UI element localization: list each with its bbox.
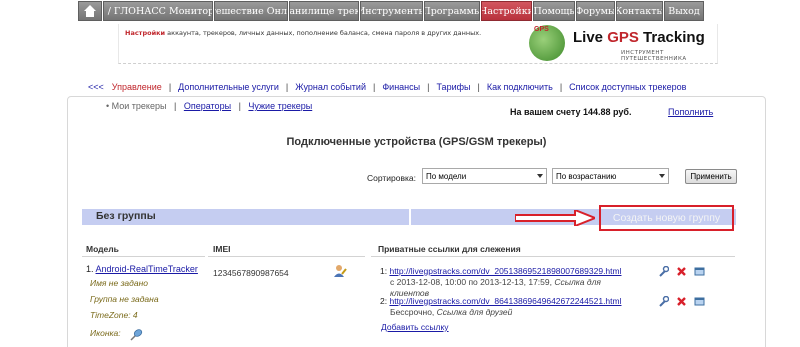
subnav-tariffs[interactable]: Тарифы (436, 82, 470, 92)
site-logo[interactable]: GPS Live GPS Tracking ИНСТРУМЕНТ ПУТЕШЕС… (529, 25, 709, 62)
wrench-icon[interactable] (658, 296, 669, 307)
arrow-right-icon (515, 210, 595, 226)
chevron-down-icon (537, 174, 543, 178)
subnav-tracker-list[interactable]: Список доступных трекеров (569, 82, 686, 92)
subnav-event-log[interactable]: Журнал событий (295, 82, 366, 92)
device-icon-label: Иконка: (90, 328, 121, 338)
col-imei-header: IMEI (213, 244, 231, 254)
crumb-my-trackers: Мои трекеры (111, 101, 167, 111)
device-imei: 1234567890987654 (213, 268, 289, 278)
sort-label: Сортировка: (367, 173, 417, 183)
crumb-others-trackers[interactable]: Чужие трекеры (248, 101, 312, 111)
add-link-button[interactable]: Добавить ссылку (381, 322, 449, 332)
map-pin-icon[interactable] (129, 328, 143, 342)
subnav-finance[interactable]: Финансы (382, 82, 420, 92)
nav-travel-online[interactable]: Путешествие Онлайн (214, 1, 288, 21)
globe-icon: GPS (529, 25, 565, 61)
logo-subtitle: ИНСТРУМЕНТ ПУТЕШЕСТВЕННИКА (621, 50, 687, 62)
wrench-icon[interactable] (658, 266, 669, 277)
crumb-operators[interactable]: Операторы (184, 101, 231, 111)
banner-settings-text: аккаунта, трекеров, личных данных, попол… (167, 29, 482, 37)
device-name-status: Имя не задано (90, 278, 148, 288)
device-name-link[interactable]: Android-RealTimeTracker (96, 264, 198, 274)
subnav-back[interactable]: <<< (88, 82, 104, 92)
device-timezone: TimeZone: 4 (90, 310, 138, 320)
tracking-link-url[interactable]: http://livegpstracks.com/dv_864138696496… (389, 296, 621, 306)
header-banner: Настройки аккаунта, трекеров, личных дан… (118, 24, 718, 64)
subnav-how-to-connect[interactable]: Как подключить (487, 82, 553, 92)
col-links-header: Приватные ссылки для слежения (378, 244, 521, 254)
chevron-down-icon (659, 174, 665, 178)
page-title: Подключенные устройства (GPS/GSM трекеры… (286, 136, 547, 148)
apply-sort-button[interactable]: Применить (685, 169, 737, 184)
banner-settings-word: Настройки (125, 29, 166, 37)
subnav-management[interactable]: Управление (112, 82, 162, 92)
breadcrumb: • Мои трекеры | Операторы | Чужие трекер… (106, 101, 313, 111)
tracking-link-period: с 2013-12-08, 10:00 по 2013-12-13, 17:59… (390, 277, 601, 287)
banner-description: Настройки аккаунта, трекеров, личных дан… (125, 29, 525, 37)
nav-track-storage[interactable]: Хранилище треков (289, 1, 359, 21)
nav-tools[interactable]: Инструменты (360, 1, 423, 21)
edit-user-icon[interactable] (333, 264, 347, 278)
nav-contacts[interactable]: Контакты (616, 1, 663, 21)
nav-programs[interactable]: Программы (424, 1, 480, 21)
window-icon[interactable] (694, 266, 705, 277)
window-icon[interactable] (694, 296, 705, 307)
device-group-status: Группа не задана (90, 294, 159, 304)
topup-link[interactable]: Пополнить (668, 107, 713, 117)
subnav-additional-services[interactable]: Дополнительные услуги (178, 82, 279, 92)
sort-field-select[interactable]: По модели (422, 168, 547, 184)
top-navigation: GPS / ГЛОНАСС Мониторинг Путешествие Онл… (78, 1, 785, 23)
tracking-link-period: Бессрочно, Ссылка для друзей (390, 307, 513, 317)
col-model-header: Модель (86, 244, 119, 254)
group-title: Без группы (96, 210, 156, 222)
nav-forums[interactable]: Форумы (576, 1, 615, 21)
content-panel: • Мои трекеры | Операторы | Чужие трекер… (67, 96, 766, 347)
home-icon (84, 5, 96, 17)
delete-icon[interactable] (676, 266, 687, 277)
nav-gps-monitoring[interactable]: GPS / ГЛОНАСС Мониторинг (103, 1, 213, 21)
nav-help[interactable]: Помощь (533, 1, 575, 21)
sort-order-select[interactable]: По возрастанию (552, 168, 669, 184)
create-group-button[interactable]: Создать новую группу (599, 205, 734, 231)
tracking-link-row: 1: http://livegpstracks.com/dv_205138695… (380, 266, 622, 276)
tracking-link-url[interactable]: http://livegpstracks.com/dv_205138695218… (389, 266, 621, 276)
delete-icon[interactable] (676, 296, 687, 307)
nav-settings[interactable]: Настройки (481, 1, 532, 21)
nav-home[interactable] (78, 1, 102, 21)
tracking-link-row: 2: http://livegpstracks.com/dv_864138696… (380, 296, 622, 306)
logo-title: Live GPS Tracking (573, 29, 705, 46)
device-name: 1. Android-RealTimeTracker (86, 264, 198, 274)
nav-logout[interactable]: Выход (664, 1, 704, 21)
settings-subnav: <<< Управление | Дополнительные услуги |… (88, 82, 687, 92)
account-balance: На вашем счету 144.88 руб. (510, 107, 632, 117)
